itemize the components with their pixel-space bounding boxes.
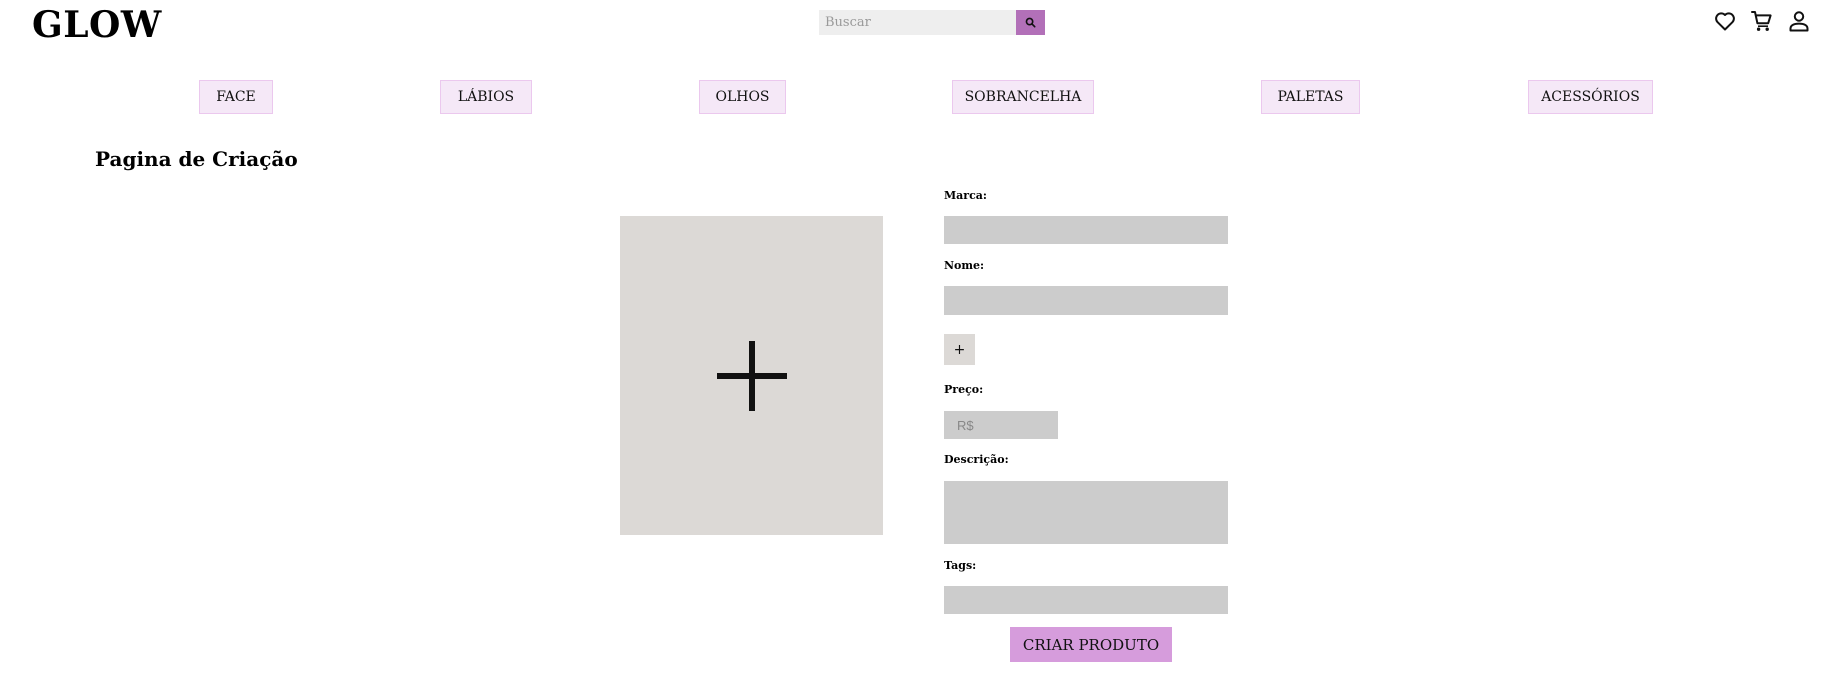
category-nav: FACE LÁBIOS OLHOS SOBRANCELHA PALETAS AC… <box>0 80 1845 114</box>
name-label: Nome: <box>944 259 985 272</box>
price-field[interactable] <box>944 411 1058 439</box>
page-title: Pagina de Criação <box>95 147 298 171</box>
cart-icon[interactable] <box>1750 9 1774 33</box>
user-icon[interactable] <box>1787 9 1811 33</box>
plus-icon <box>716 340 787 411</box>
nav-item-face[interactable]: FACE <box>199 80 273 114</box>
nav-item-paletas[interactable]: PALETAS <box>1261 80 1360 114</box>
nav-item-labios[interactable]: LÁBIOS <box>440 80 532 114</box>
create-product-button[interactable]: CRIAR PRODUTO <box>1010 627 1172 662</box>
brand-label: Marca: <box>944 189 987 202</box>
tags-field[interactable] <box>944 586 1228 614</box>
nav-item-acessorios[interactable]: ACESSÓRIOS <box>1528 80 1653 114</box>
price-label: Preço: <box>944 383 984 396</box>
header-actions <box>1713 9 1811 33</box>
nav-item-olhos[interactable]: OLHOS <box>699 80 786 114</box>
search-icon <box>1025 17 1036 28</box>
search-input[interactable] <box>819 10 1016 35</box>
description-field[interactable] <box>944 481 1228 544</box>
image-upload-area[interactable] <box>620 216 883 535</box>
heart-icon[interactable] <box>1713 9 1737 33</box>
search-bar <box>819 10 1045 35</box>
search-button[interactable] <box>1016 10 1045 35</box>
add-field-button[interactable]: + <box>944 334 975 365</box>
tags-label: Tags: <box>944 559 977 572</box>
logo[interactable]: GLOW <box>32 4 162 46</box>
brand-field[interactable] <box>944 216 1228 244</box>
name-field[interactable] <box>944 286 1228 315</box>
nav-item-sobrancelha[interactable]: SOBRANCELHA <box>952 80 1094 114</box>
description-label: Descrição: <box>944 453 1009 466</box>
